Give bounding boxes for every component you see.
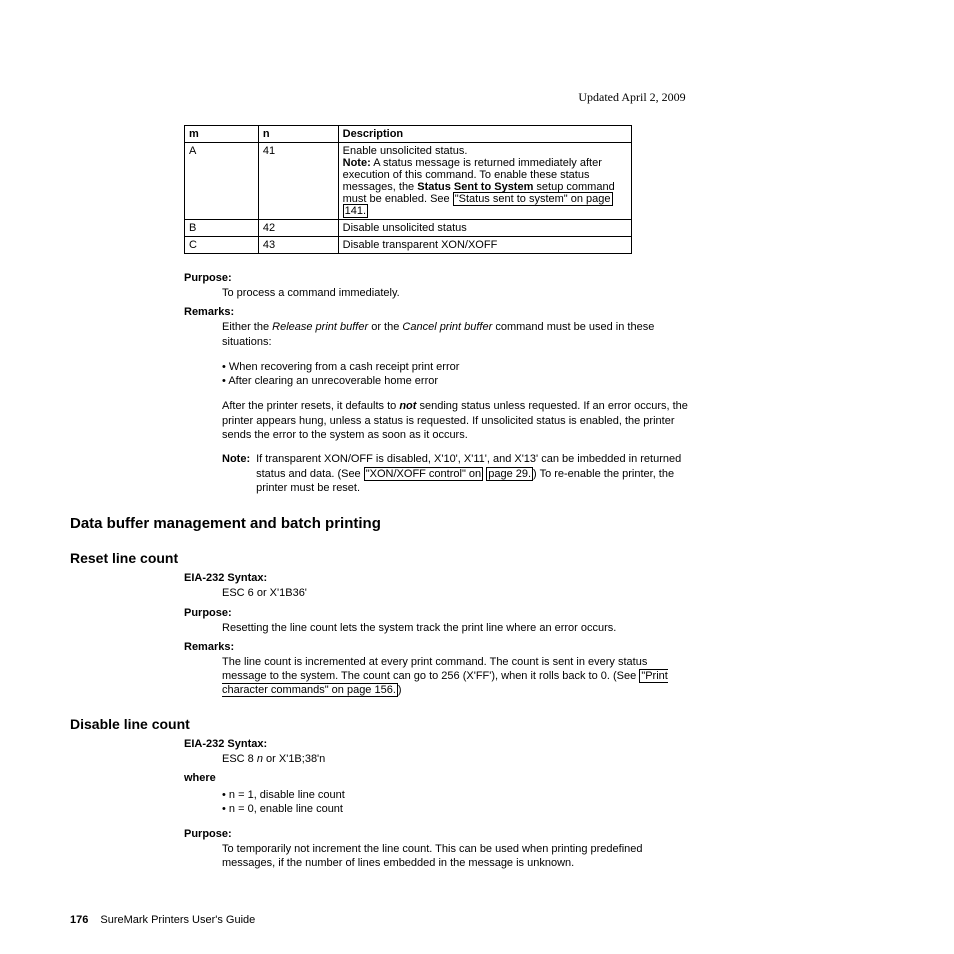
purpose-text: To process a command immediately. — [222, 286, 694, 300]
cell-m: B — [185, 220, 259, 237]
purpose-text: To temporarily not increment the line co… — [222, 842, 694, 871]
link-status-sent[interactable]: "Status sent to system" on page — [453, 192, 613, 206]
th-n: n — [258, 126, 338, 143]
purpose-label: Purpose: — [184, 272, 834, 284]
note-label: Note: — [222, 452, 256, 495]
heading-reset-line-count: Reset line count — [70, 550, 834, 566]
remarks-bullets: When recovering from a cash receipt prin… — [222, 360, 694, 389]
status-table: m n Description A 41 Enable unsolicited … — [184, 125, 632, 254]
page-number: 176 — [70, 914, 88, 926]
remarks-para: After the printer resets, it defaults to… — [222, 399, 694, 442]
list-item: When recovering from a cash receipt prin… — [222, 360, 694, 374]
th-desc: Description — [338, 126, 631, 143]
cell-m: C — [185, 237, 259, 254]
remarks-label: Remarks: — [184, 641, 834, 653]
syntax-text: ESC 8 n or X'1B;38'n — [222, 752, 834, 766]
list-item: After clearing an unrecoverable home err… — [222, 374, 694, 388]
cell-n: 42 — [258, 220, 338, 237]
remarks-intro: Either the Release print buffer or the C… — [222, 320, 694, 349]
syntax-label: EIA-232 Syntax: — [184, 572, 834, 584]
where-label: where — [184, 772, 834, 784]
cell-desc: Disable transparent XON/XOFF — [338, 237, 631, 254]
note-text: If transparent XON/OFF is disabled, X'10… — [256, 452, 694, 495]
table-row: B 42 Disable unsolicited status — [185, 220, 632, 237]
cell-n: 43 — [258, 237, 338, 254]
document-page: Updated April 2, 2009 m n Description A … — [0, 0, 954, 910]
purpose-text: Resetting the line count lets the system… — [222, 621, 694, 635]
desc-line1: Enable unsolicited status. — [343, 145, 468, 157]
cell-n: 41 — [258, 143, 338, 220]
heading-disable-line-count: Disable line count — [70, 716, 834, 732]
remarks-label: Remarks: — [184, 306, 834, 318]
cell-m: A — [185, 143, 259, 220]
link-xonxoff-page[interactable]: page 29. — [486, 467, 533, 481]
table-head-row: m n Description — [185, 126, 632, 143]
purpose-label: Purpose: — [184, 828, 834, 840]
table-row: C 43 Disable transparent XON/XOFF — [185, 237, 632, 254]
list-item: n = 0, enable line count — [222, 802, 694, 816]
note-label: Note: — [343, 157, 371, 169]
list-item: n = 1, disable line count — [222, 788, 694, 802]
page-footer: 176 SureMark Printers User's Guide — [70, 914, 255, 926]
th-m: m — [185, 126, 259, 143]
cell-desc: Disable unsolicited status — [338, 220, 631, 237]
link-xonxoff[interactable]: "XON/XOFF control" on — [364, 467, 483, 481]
purpose-label: Purpose: — [184, 607, 834, 619]
link-status-sent-page[interactable]: 141. — [343, 204, 368, 218]
cancel-buffer-cmd: Cancel print buffer — [402, 321, 492, 333]
update-date: Updated April 2, 2009 — [430, 90, 834, 105]
where-bullets: n = 1, disable line count n = 0, enable … — [222, 788, 694, 817]
release-buffer-cmd: Release print buffer — [272, 321, 368, 333]
remarks-text: The line count is incremented at every p… — [222, 655, 694, 698]
footer-title: SureMark Printers User's Guide — [100, 914, 255, 926]
not-emph: not — [399, 400, 416, 412]
syntax-label: EIA-232 Syntax: — [184, 738, 834, 750]
table-row: A 41 Enable unsolicited status. Note: A … — [185, 143, 632, 220]
heading-data-buffer: Data buffer management and batch printin… — [70, 515, 834, 532]
syntax-text: ESC 6 or X'1B36' — [222, 586, 834, 600]
remarks-note: Note: If transparent XON/OFF is disabled… — [222, 452, 694, 495]
cell-desc: Enable unsolicited status. Note: A statu… — [338, 143, 631, 220]
